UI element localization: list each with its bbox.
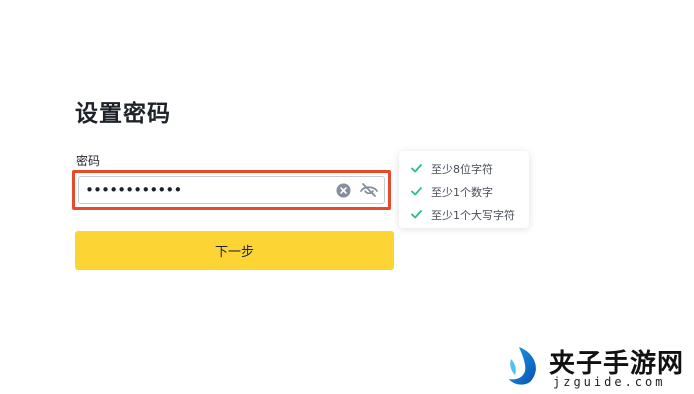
requirement-label: 至少1个数字: [431, 185, 493, 199]
check-icon: [411, 209, 422, 220]
requirement-item: 至少8位字符: [399, 157, 529, 180]
eye-off-icon[interactable]: [359, 182, 379, 198]
page-title: 设置密码: [75, 101, 171, 127]
requirement-item: 至少1个数字: [399, 180, 529, 203]
set-password-page: 设置密码 密码 下一步 至: [0, 0, 694, 394]
password-field-highlight: [72, 170, 391, 210]
next-step-button[interactable]: 下一步: [75, 231, 394, 270]
watermark: 夹子手游网 jzguide.com: [505, 342, 691, 390]
requirement-label: 至少8位字符: [431, 162, 493, 176]
clear-circle-icon[interactable]: [336, 183, 351, 198]
password-requirements-popover: 至少8位字符 至少1个数字 至少1个大写字符: [399, 151, 529, 228]
check-icon: [411, 186, 422, 197]
watermark-url: jzguide.com: [553, 375, 666, 389]
check-icon: [411, 163, 422, 174]
requirement-label: 至少1个大写字符: [431, 208, 515, 222]
password-input[interactable]: [79, 176, 336, 204]
password-field: [78, 176, 385, 204]
watermark-logo-icon: [505, 345, 545, 387]
password-label: 密码: [76, 154, 101, 168]
requirement-item: 至少1个大写字符: [399, 203, 529, 226]
